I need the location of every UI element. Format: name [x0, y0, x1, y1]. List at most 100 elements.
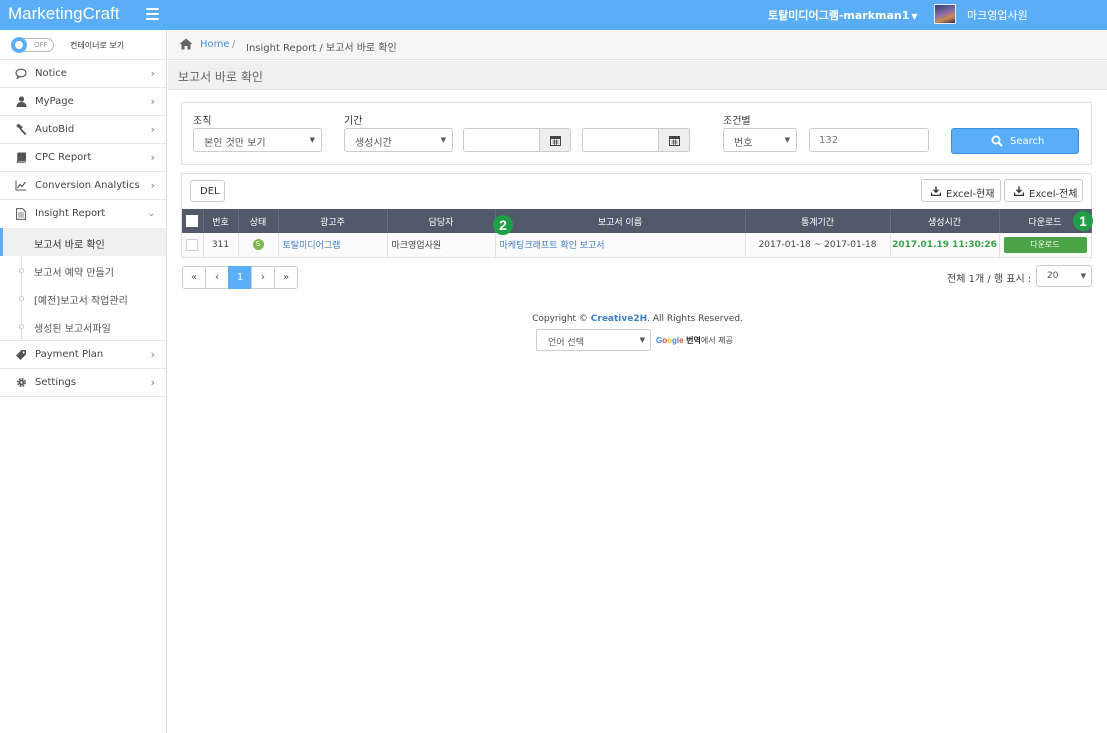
org-select[interactable]: 본인 것만 보기 ▼	[193, 128, 322, 152]
page-last-button[interactable]: »	[274, 266, 298, 289]
chevron-right-icon: ›	[150, 95, 155, 108]
search-button-label: Search	[1010, 136, 1045, 147]
excel-all-button[interactable]: Excel-전체	[1004, 179, 1083, 202]
table-row: 311 S 토탈미디어그램 마크영업사원 마케팅크래프트 확인 보고서 2017…	[182, 233, 1092, 258]
row-number: 311	[203, 233, 239, 258]
container-view-toggle[interactable]: OFF	[11, 37, 54, 53]
bullet-icon	[19, 268, 24, 273]
sidebar-item-autobid[interactable]: AutoBid ›	[0, 116, 166, 144]
column-header[interactable]: 보고서 이름	[495, 209, 746, 233]
row-manager: 마크영업사원	[387, 233, 496, 258]
toggle-knob	[11, 37, 27, 53]
report-table: 번호 상태 광고주 담당자 보고서 이름 통계기간 생성시간 다운로드 311 …	[182, 209, 1092, 258]
column-header[interactable]: 상태	[238, 209, 279, 233]
report-table-panel: DEL Excel-현재 Excel-전체 번호 상태 광고주 담당자 보고서 …	[181, 173, 1093, 258]
google-logo[interactable]: Google	[656, 336, 684, 345]
rows-per-page-select[interactable]: 20 ▼	[1036, 265, 1092, 287]
chevron-right-icon: ›	[150, 348, 155, 361]
container-view-toggle-row: OFF 컨테이너로 보기	[0, 30, 166, 60]
menu-toggle-icon[interactable]	[146, 8, 159, 20]
sidebar-item-label: Settings	[35, 377, 77, 388]
avatar[interactable]	[934, 4, 956, 24]
sidebar-sub-label: [예전]보고서 작업관리	[34, 296, 128, 307]
column-header[interactable]: 광고주	[278, 209, 388, 233]
table-header-row: 번호 상태 광고주 담당자 보고서 이름 통계기간 생성시간 다운로드	[182, 209, 1092, 233]
row-report-name-cell: 마케팅크래프트 확인 보고서	[495, 233, 746, 258]
sidebar-sub-label: 보고서 바로 확인	[34, 240, 105, 251]
bullet-icon	[19, 324, 24, 329]
sidebar-item-settings[interactable]: Settings ›	[0, 369, 166, 397]
row-checkbox[interactable]	[186, 238, 199, 251]
gear-icon	[15, 377, 27, 389]
book-icon	[15, 152, 27, 164]
chevron-right-icon: ›	[150, 179, 155, 192]
sidebar-item-payment-plan[interactable]: Payment Plan ›	[0, 341, 166, 369]
condition-select[interactable]: 번호 ▼	[723, 128, 797, 152]
page-next-button[interactable]: ›	[251, 266, 275, 289]
period-select[interactable]: 생성시간 ▼	[344, 128, 453, 152]
calendar-icon	[550, 136, 561, 146]
language-select-value: 언어 선택	[548, 338, 584, 348]
breadcrumb-path: Insight Report / 보고서 바로 확인	[246, 43, 397, 54]
page-title: 보고서 바로 확인	[178, 70, 263, 84]
row-created-time: 2017.01.19 11:30:26	[892, 239, 997, 250]
line-chart-icon	[15, 180, 27, 192]
sidebar-item-label: Notice	[35, 68, 67, 79]
report-name-link[interactable]: 마케팅크래프트 확인 보고서	[500, 241, 605, 251]
column-header[interactable]: 담당자	[387, 209, 496, 233]
column-header[interactable]: 통계기간	[745, 209, 891, 233]
sidebar-item-label: MyPage	[35, 96, 74, 107]
org-select-value: 본인 것만 보기	[204, 138, 266, 149]
user-account-dropdown[interactable]: 토탈미디어그램-markman1 ▼	[768, 7, 918, 23]
column-header[interactable]: 생성시간	[890, 209, 1000, 233]
pagination: « ‹ 1 › »	[182, 266, 298, 289]
tag-icon	[15, 349, 27, 361]
breadcrumb-home[interactable]: Home	[200, 39, 230, 50]
page-prev-button[interactable]: ‹	[205, 266, 229, 289]
condition-input[interactable]	[810, 129, 928, 151]
chevron-down-icon: ⌄	[147, 209, 155, 219]
translate-link[interactable]: 번역	[686, 336, 701, 345]
sidebar-item-label: CPC Report	[35, 152, 92, 163]
toggle-state: OFF	[34, 41, 48, 49]
select-all-checkbox[interactable]	[186, 215, 199, 227]
brand-logo[interactable]: MarketingCraft	[8, 4, 119, 24]
sidebar-item-label: Conversion Analytics	[35, 180, 140, 191]
date-to-input[interactable]	[583, 129, 658, 151]
row-advertiser-cell: 토탈미디어그램	[278, 233, 388, 258]
excel-current-button[interactable]: Excel-현재	[921, 179, 1001, 202]
search-button[interactable]: Search	[951, 128, 1079, 154]
column-header[interactable]: 번호	[203, 209, 239, 233]
top-bar: MarketingCraft 토탈미디어그램-markman1 ▼ 마크영업사원	[0, 0, 1107, 30]
download-button[interactable]: 다운로드	[1003, 236, 1087, 253]
sidebar-item-insight-report[interactable]: Insight Report ⌄	[0, 200, 166, 228]
sidebar-item-notice[interactable]: Notice ›	[0, 60, 166, 88]
sidebar-item-conversion-analytics[interactable]: Conversion Analytics ›	[0, 172, 166, 200]
sidebar-item-mypage[interactable]: MyPage ›	[0, 88, 166, 116]
bullet-icon	[19, 296, 24, 301]
date-to-calendar-button[interactable]	[659, 128, 690, 152]
comment-icon	[15, 68, 27, 80]
chevron-right-icon: ›	[150, 151, 155, 164]
sidebar-sub-report-jobs-legacy[interactable]: [예전]보고서 작업관리	[0, 284, 166, 312]
date-from-calendar-button[interactable]	[540, 128, 571, 152]
page-first-button[interactable]: «	[182, 266, 206, 289]
copyright: Copyright © Creative2H. All Rights Reser…	[532, 314, 743, 324]
language-select[interactable]: 언어 선택 ▼	[536, 329, 651, 351]
advertiser-link[interactable]: 토탈미디어그램	[283, 241, 341, 251]
sidebar-sub-report-view[interactable]: 보고서 바로 확인	[0, 228, 166, 256]
creative2h-link[interactable]: Creative2H	[591, 314, 647, 324]
sidebar-sub-report-schedule[interactable]: 보고서 예약 만들기	[0, 256, 166, 284]
page-header: 보고서 바로 확인	[168, 61, 1107, 90]
sidebar-sub-report-files[interactable]: 생성된 보고서파일	[0, 312, 166, 340]
page-1-button[interactable]: 1	[228, 266, 252, 289]
date-from-input[interactable]	[464, 129, 539, 151]
delete-button[interactable]: DEL	[190, 180, 225, 202]
sidebar-sub-label: 생성된 보고서파일	[34, 324, 111, 335]
main-content: Home / Insight Report / 보고서 바로 확인 보고서 바로…	[168, 30, 1107, 733]
sidebar-item-cpc-report[interactable]: CPC Report ›	[0, 144, 166, 172]
caret-down-icon: ▼	[911, 12, 918, 21]
user-role[interactable]: 마크영업사원	[967, 7, 1028, 23]
row-select-cell	[182, 233, 204, 258]
home-icon[interactable]	[179, 38, 193, 53]
